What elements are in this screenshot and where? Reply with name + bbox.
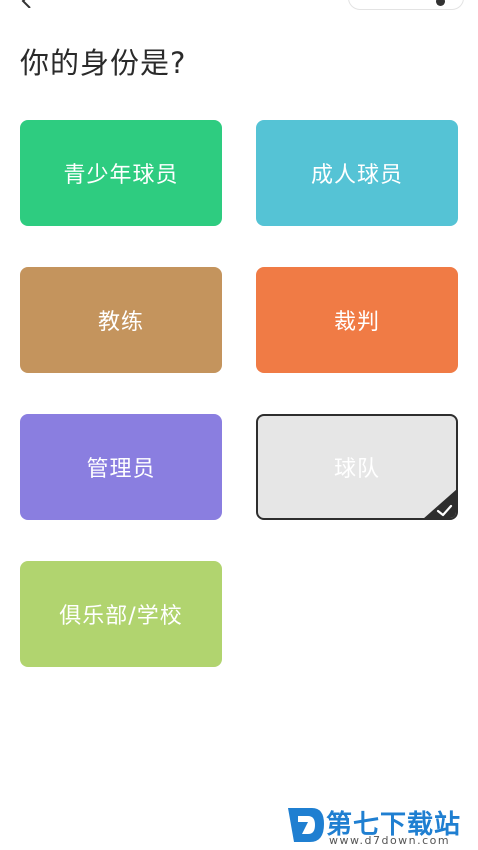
role-label: 教练: [97, 310, 144, 335]
role-card-adult-player[interactable]: 成人球员: [256, 120, 458, 226]
role-label: 青少年球员: [63, 163, 179, 188]
role-label: 裁判: [333, 310, 380, 335]
page-title: 你的身份是?: [20, 46, 187, 80]
capsule-menu-button[interactable]: [348, 0, 464, 10]
top-bar: [0, 0, 478, 14]
role-card-admin[interactable]: 管理员: [20, 414, 222, 520]
watermark-url: www.d7down.com: [329, 834, 451, 847]
role-label: 成人球员: [310, 163, 403, 188]
role-card-referee[interactable]: 裁判: [256, 267, 458, 373]
selected-check-icon: [424, 489, 456, 518]
close-dot-icon[interactable]: [436, 0, 445, 6]
role-card-club-school[interactable]: 俱乐部/学校: [20, 561, 222, 667]
role-card-coach[interactable]: 教练: [20, 267, 222, 373]
back-arrow-icon[interactable]: [20, 0, 34, 8]
role-label: 俱乐部/学校: [59, 604, 183, 629]
role-card-youth-player[interactable]: 青少年球员: [20, 120, 222, 226]
role-card-team[interactable]: 球队: [256, 414, 458, 520]
role-label: 管理员: [86, 457, 156, 482]
role-label: 球队: [333, 457, 380, 482]
